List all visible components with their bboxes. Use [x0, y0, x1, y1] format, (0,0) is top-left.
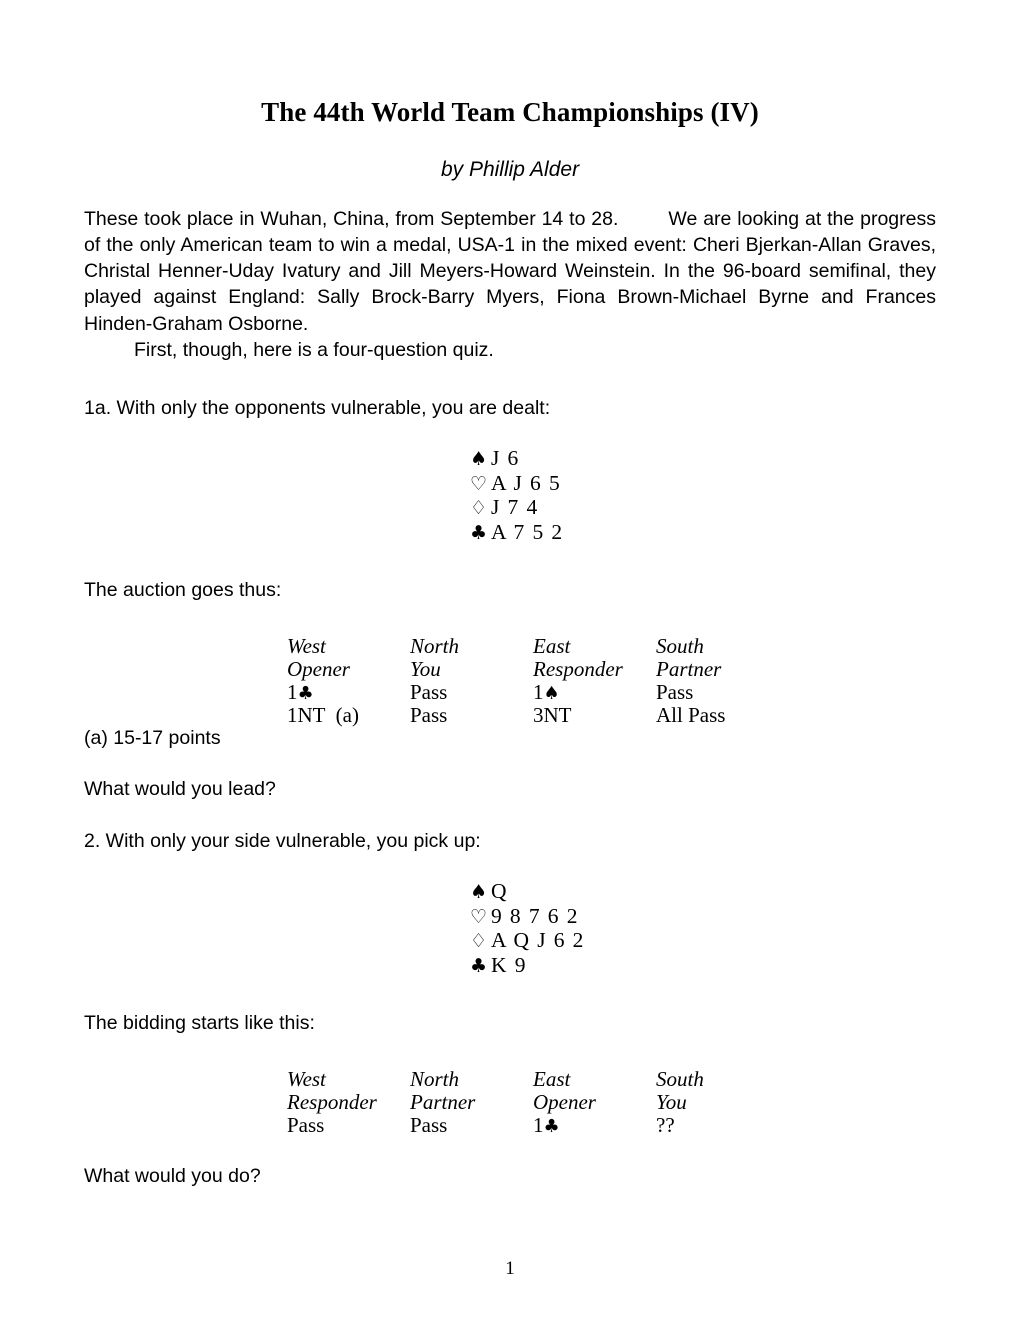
- hand-ranks: A Q J 6 2: [491, 928, 585, 952]
- hand-row: ♡ A J 6 5: [470, 470, 936, 497]
- auction-role-west: Opener: [287, 657, 350, 681]
- bid-level: 1: [533, 680, 544, 704]
- heart-icon: ♡: [470, 905, 488, 928]
- question-1-hand: ♠ J 6 ♡ A J 6 5 ♢ J 7 4 ♣ A 7 5 2: [84, 446, 936, 546]
- bid-annotation: (a): [325, 703, 359, 727]
- hand-row: ♡ 9 8 7 6 2: [470, 903, 936, 930]
- auction-seat-south: South: [656, 1067, 704, 1091]
- intro-paragraph-3: First, though, here is a four-question q…: [84, 337, 936, 363]
- auction-table-1: West North East South Opener You Respond…: [84, 635, 936, 727]
- question-1-prompt: 1a. With only the opponents vulnerable, …: [84, 397, 551, 419]
- bid-level: 3NT: [533, 703, 572, 727]
- hand-ranks: K 9: [491, 952, 527, 977]
- hand-ranks: J 7 4: [491, 495, 539, 519]
- question-2-closing: What would you do?: [84, 1165, 261, 1187]
- auction-bid-cell: 1♠: [533, 680, 656, 705]
- auction-bid-cell: 1♣: [533, 1113, 656, 1138]
- auction-role-north: Partner: [410, 1090, 476, 1114]
- auction-1-intro: The auction goes thus:: [84, 579, 282, 601]
- page-title: The 44th World Team Championships (IV): [261, 97, 759, 127]
- byline: by Phillip Alder: [440, 157, 580, 181]
- document-content: The 44th World Team Championships (IV) b…: [84, 0, 936, 1189]
- hand-row: ♢ A Q J 6 2: [470, 928, 936, 954]
- auction-role-header-row: Responder Partner Opener You: [287, 1091, 936, 1114]
- auction-bid-cell: Pass: [410, 704, 533, 727]
- auction-role-east: Responder: [533, 657, 623, 681]
- page-number: 1: [505, 1258, 515, 1279]
- club-icon: ♣: [543, 1116, 560, 1137]
- auction-1-footnote: (a) 15-17 points: [84, 727, 221, 749]
- auction-seat-east: East: [533, 634, 571, 658]
- intro-paragraph-1: These took place in Wuhan, China, from S…: [84, 181, 936, 337]
- auction-role-west: Responder: [287, 1090, 377, 1114]
- hand-ranks: Q: [491, 879, 508, 903]
- auction-seat-east: East: [533, 1067, 571, 1091]
- spade-icon: ♠: [470, 448, 488, 470]
- auction-2-intro: The bidding starts like this:: [84, 1012, 315, 1034]
- question-2-hand: ♠ Q ♡ 9 8 7 6 2 ♢ A Q J 6 2 ♣ K 9: [84, 879, 936, 979]
- auction-bid-cell: 1NT (a): [287, 704, 410, 727]
- auction-seat-north: North: [410, 634, 460, 658]
- bid-level: 1NT: [287, 703, 326, 727]
- bid-level: 1: [533, 1113, 544, 1137]
- diamond-icon: ♢: [470, 930, 488, 952]
- club-icon: ♣: [297, 683, 314, 704]
- intro-line-3: First, though, here is a four-question q…: [134, 338, 494, 361]
- hand-ranks: 9 8 7 6 2: [491, 903, 579, 928]
- auction-bid-cell: All Pass: [656, 704, 779, 727]
- bid-level: Pass: [410, 703, 448, 727]
- auction-bid-row: 1♣ Pass 1♠ Pass: [287, 680, 936, 705]
- hand-ranks: A J 6 5: [491, 470, 562, 495]
- auction-bid-cell: Pass: [410, 681, 533, 704]
- bid-level: All Pass: [656, 703, 726, 727]
- auction-role-header-row: Opener You Responder Partner: [287, 658, 936, 681]
- auction-seat-west: West: [287, 634, 326, 658]
- auction-role-south: Partner: [656, 657, 722, 681]
- intro-line-1: These took place in Wuhan, China, from S…: [84, 207, 619, 230]
- auction-seat-header-row: West North East South: [287, 1068, 936, 1091]
- auction-bid-cell: Pass: [287, 1114, 410, 1137]
- hand-row: ♢ J 7 4: [470, 495, 936, 521]
- auction-bid-cell: ??: [656, 1114, 779, 1137]
- auction-seat-west: West: [287, 1067, 326, 1091]
- auction-bid-row: 1NT (a) Pass 3NT All Pass: [287, 704, 936, 727]
- bid-level: ??: [656, 1113, 675, 1137]
- question-1-closing: What would you lead?: [84, 778, 276, 800]
- auction-seat-header-row: West North East South: [287, 635, 936, 658]
- hand-row: ♣ K 9: [470, 952, 936, 979]
- diamond-icon: ♢: [470, 497, 488, 519]
- hand-row: ♠ Q: [470, 879, 936, 905]
- auction-role-east: Opener: [533, 1090, 596, 1114]
- auction-role-north: You: [410, 657, 441, 681]
- hand-row: ♣ A 7 5 2: [470, 519, 936, 546]
- auction-bid-row: Pass Pass 1♣ ??: [287, 1113, 936, 1138]
- bid-level: Pass: [410, 680, 448, 704]
- hand-ranks: A 7 5 2: [491, 519, 564, 544]
- hand-ranks: J 6: [491, 446, 520, 470]
- spade-icon: ♠: [543, 683, 560, 704]
- bid-level: 1: [287, 680, 298, 704]
- auction-table-2: West North East South Responder Partner …: [84, 1068, 936, 1138]
- auction-seat-north: North: [410, 1067, 460, 1091]
- auction-bid-cell: Pass: [410, 1114, 533, 1137]
- club-icon: ♣: [470, 521, 488, 544]
- hand-row: ♠ J 6: [470, 446, 936, 472]
- club-icon: ♣: [470, 954, 488, 977]
- heart-icon: ♡: [470, 472, 488, 495]
- auction-bid-cell: 3NT: [533, 704, 656, 727]
- bid-level: Pass: [656, 680, 694, 704]
- auction-bid-cell: 1♣: [287, 680, 410, 705]
- bid-level: Pass: [287, 1113, 325, 1137]
- document-page: The 44th World Team Championships (IV) b…: [0, 0, 1020, 1320]
- spade-icon: ♠: [470, 881, 488, 903]
- auction-bid-cell: Pass: [656, 681, 779, 704]
- bid-level: Pass: [410, 1113, 448, 1137]
- auction-seat-south: South: [656, 634, 704, 658]
- auction-role-south: You: [656, 1090, 687, 1114]
- question-2-prompt: 2. With only your side vulnerable, you p…: [84, 830, 481, 852]
